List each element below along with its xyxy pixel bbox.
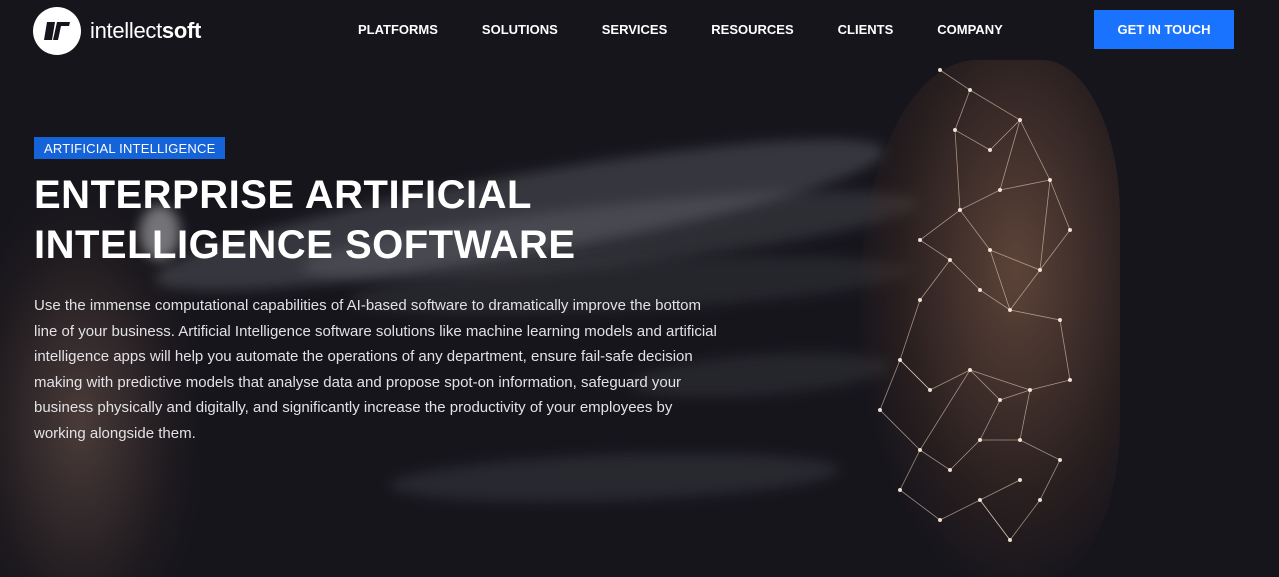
- brand-name: intellectsoft: [90, 18, 201, 44]
- nav-item-solutions[interactable]: SOLUTIONS: [482, 22, 558, 37]
- title-line-1: ENTERPRISE ARTIFICIAL: [34, 173, 532, 217]
- logo[interactable]: intellectsoft: [33, 7, 201, 55]
- hero-description: Use the immense computational capabiliti…: [34, 297, 717, 442]
- category-badge[interactable]: ARTIFICIAL INTELLIGENCE: [34, 137, 226, 159]
- page: intellectsoft PLATFORMS SOLUTIONS SERVIC…: [0, 0, 1279, 577]
- face-mesh-network: [878, 68, 1072, 542]
- brand-monogram-icon: [33, 7, 81, 55]
- nav-item-company[interactable]: COMPANY: [937, 22, 1002, 37]
- nav-item-clients[interactable]: CLIENTS: [838, 22, 894, 37]
- brand-name-bold: soft: [161, 18, 202, 43]
- nav-item-platforms[interactable]: PLATFORMS: [358, 22, 438, 37]
- hero-background-art: [0, 0, 1279, 577]
- nav-item-services[interactable]: SERVICES: [602, 22, 668, 37]
- page-title: ENTERPRISE ARTIFICIAL INTELLIGENCE SOFTW…: [34, 170, 654, 270]
- brand-name-light: intellect: [90, 18, 162, 43]
- main-nav: PLATFORMS SOLUTIONS SERVICES RESOURCES C…: [358, 22, 1047, 37]
- get-in-touch-button[interactable]: GET IN TOUCH: [1094, 10, 1234, 49]
- brush-stroke: [389, 447, 841, 508]
- nav-item-resources[interactable]: RESOURCES: [711, 22, 793, 37]
- site-header: intellectsoft PLATFORMS SOLUTIONS SERVIC…: [0, 0, 1279, 62]
- title-line-2: INTELLIGENCE SOFTWARE: [34, 223, 576, 267]
